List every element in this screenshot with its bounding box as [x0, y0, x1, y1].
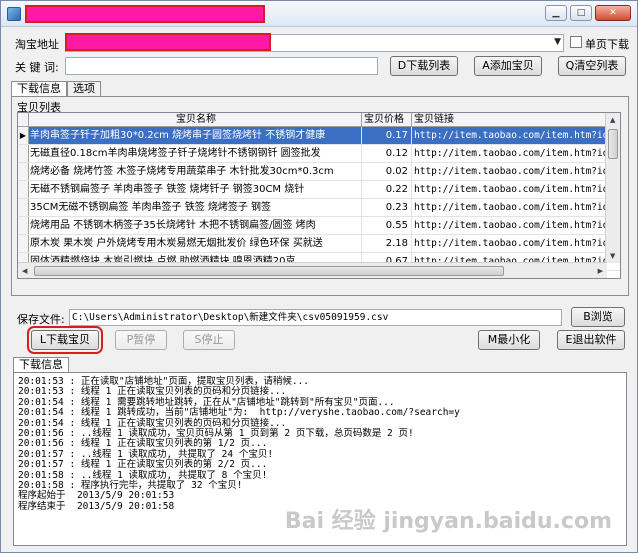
vertical-scrollbar[interactable]: ▲ ▼	[605, 113, 620, 263]
table-row[interactable]: ▶ 羊肉串签子钎子加粗30*0.2cm 烧烤串子圆签烧烤针 不锈钢才健康 0.1…	[18, 127, 620, 145]
triangle-right-icon: ▶	[18, 127, 29, 144]
header-price[interactable]: 宝贝价格	[362, 113, 412, 126]
app-icon	[7, 7, 21, 21]
header-link[interactable]: 宝贝链接	[412, 113, 606, 126]
redacted-shop-url	[65, 33, 271, 51]
save-file-label: 保存文件:	[17, 313, 65, 326]
redacted-title	[25, 5, 265, 23]
table-row[interactable]: 原木炭 果木炭 户外烧烤专用木炭易燃无烟批发价 绿色环保 买就送 2.18 ht…	[18, 235, 620, 253]
add-item-button[interactable]: A添加宝贝	[474, 56, 542, 76]
scroll-right-icon[interactable]: ▶	[598, 267, 603, 275]
main-window: ▁ □ ✕ 淘宝地址 ▼ 单页下载 关 键 词: D下载列表 A添加宝贝 Q清空…	[0, 0, 638, 553]
table-row[interactable]: 烧烤用品 不锈钢木柄签子35长烧烤针 木把不锈钢扁签/圆签 烤肉 0.55 ht…	[18, 217, 620, 235]
close-window-button[interactable]: ✕	[595, 5, 631, 21]
log-output: 20:01:53 : 正在读取"店铺地址"页面，提取宝贝列表，请稍候... 20…	[13, 372, 627, 546]
horizontal-scrollbar[interactable]: ◀ ▶	[18, 262, 607, 278]
exit-button[interactable]: E退出软件	[557, 330, 625, 350]
shop-url-label: 淘宝地址	[15, 38, 59, 51]
table-row[interactable]: 无磁不锈钢扁签子 羊肉串签子 铁签 烧烤钎子 钢签30CM 烧针 0.22 ht…	[18, 181, 620, 199]
maximize-window-button[interactable]: □	[570, 5, 592, 21]
single-page-label: 单页下载	[585, 38, 629, 51]
table-row[interactable]: 35CM无磁不锈钢扁签 羊肉串签子 铁签 烧烤签子 钢签 0.23 http:/…	[18, 199, 620, 217]
items-table[interactable]: 宝贝名称 宝贝价格 宝贝链接 ▶ 羊肉串签子钎子加粗30*0.2cm 烧烤串子圆…	[17, 112, 621, 279]
table-header: 宝贝名称 宝贝价格 宝贝链接	[18, 113, 620, 127]
table-row[interactable]: 无磁直径0.18cm羊肉串烧烤签子钎子烧烤针不锈钢钢钎 圆签批发 0.12 ht…	[18, 145, 620, 163]
scroll-up-icon[interactable]: ▲	[610, 116, 615, 124]
hscroll-thumb[interactable]	[34, 266, 504, 276]
chevron-down-icon[interactable]: ▼	[554, 37, 561, 47]
pause-button[interactable]: P暂停	[115, 330, 167, 350]
scroll-left-icon[interactable]: ◀	[22, 267, 27, 275]
baidu-watermark: Bai 经验 jingyan.baidu.com	[284, 509, 612, 534]
keyword-input[interactable]	[65, 57, 378, 75]
download-list-button[interactable]: D下载列表	[390, 56, 458, 76]
keyword-label: 关 键 词:	[15, 61, 59, 74]
minimize-button[interactable]: M最小化	[478, 330, 540, 350]
stop-button[interactable]: S停止	[183, 330, 235, 350]
scroll-down-icon[interactable]: ▼	[610, 252, 615, 260]
header-name[interactable]: 宝贝名称	[29, 113, 362, 126]
browse-button[interactable]: B浏览	[571, 307, 625, 327]
scroll-thumb[interactable]	[608, 129, 618, 159]
minimize-window-button[interactable]: ▁	[545, 5, 567, 21]
title-bar: ▁ □ ✕	[1, 1, 637, 27]
table-row[interactable]: 烧烤必备 烧烤竹签 木签子烧烤专用蔬菜串子 木针批发30cm*0.3cm 0.0…	[18, 163, 620, 181]
tab-download-info[interactable]: 下载信息	[11, 81, 67, 96]
tab-log[interactable]: 下载信息	[13, 357, 69, 372]
download-items-button[interactable]: L下载宝贝	[27, 326, 103, 354]
single-page-checkbox[interactable]	[570, 36, 582, 48]
save-path-input[interactable]: C:\Users\Administrator\Desktop\新建文件夹\csv…	[69, 309, 562, 326]
clear-list-button[interactable]: Q清空列表	[558, 56, 626, 76]
tab-options[interactable]: 选项	[67, 81, 101, 96]
